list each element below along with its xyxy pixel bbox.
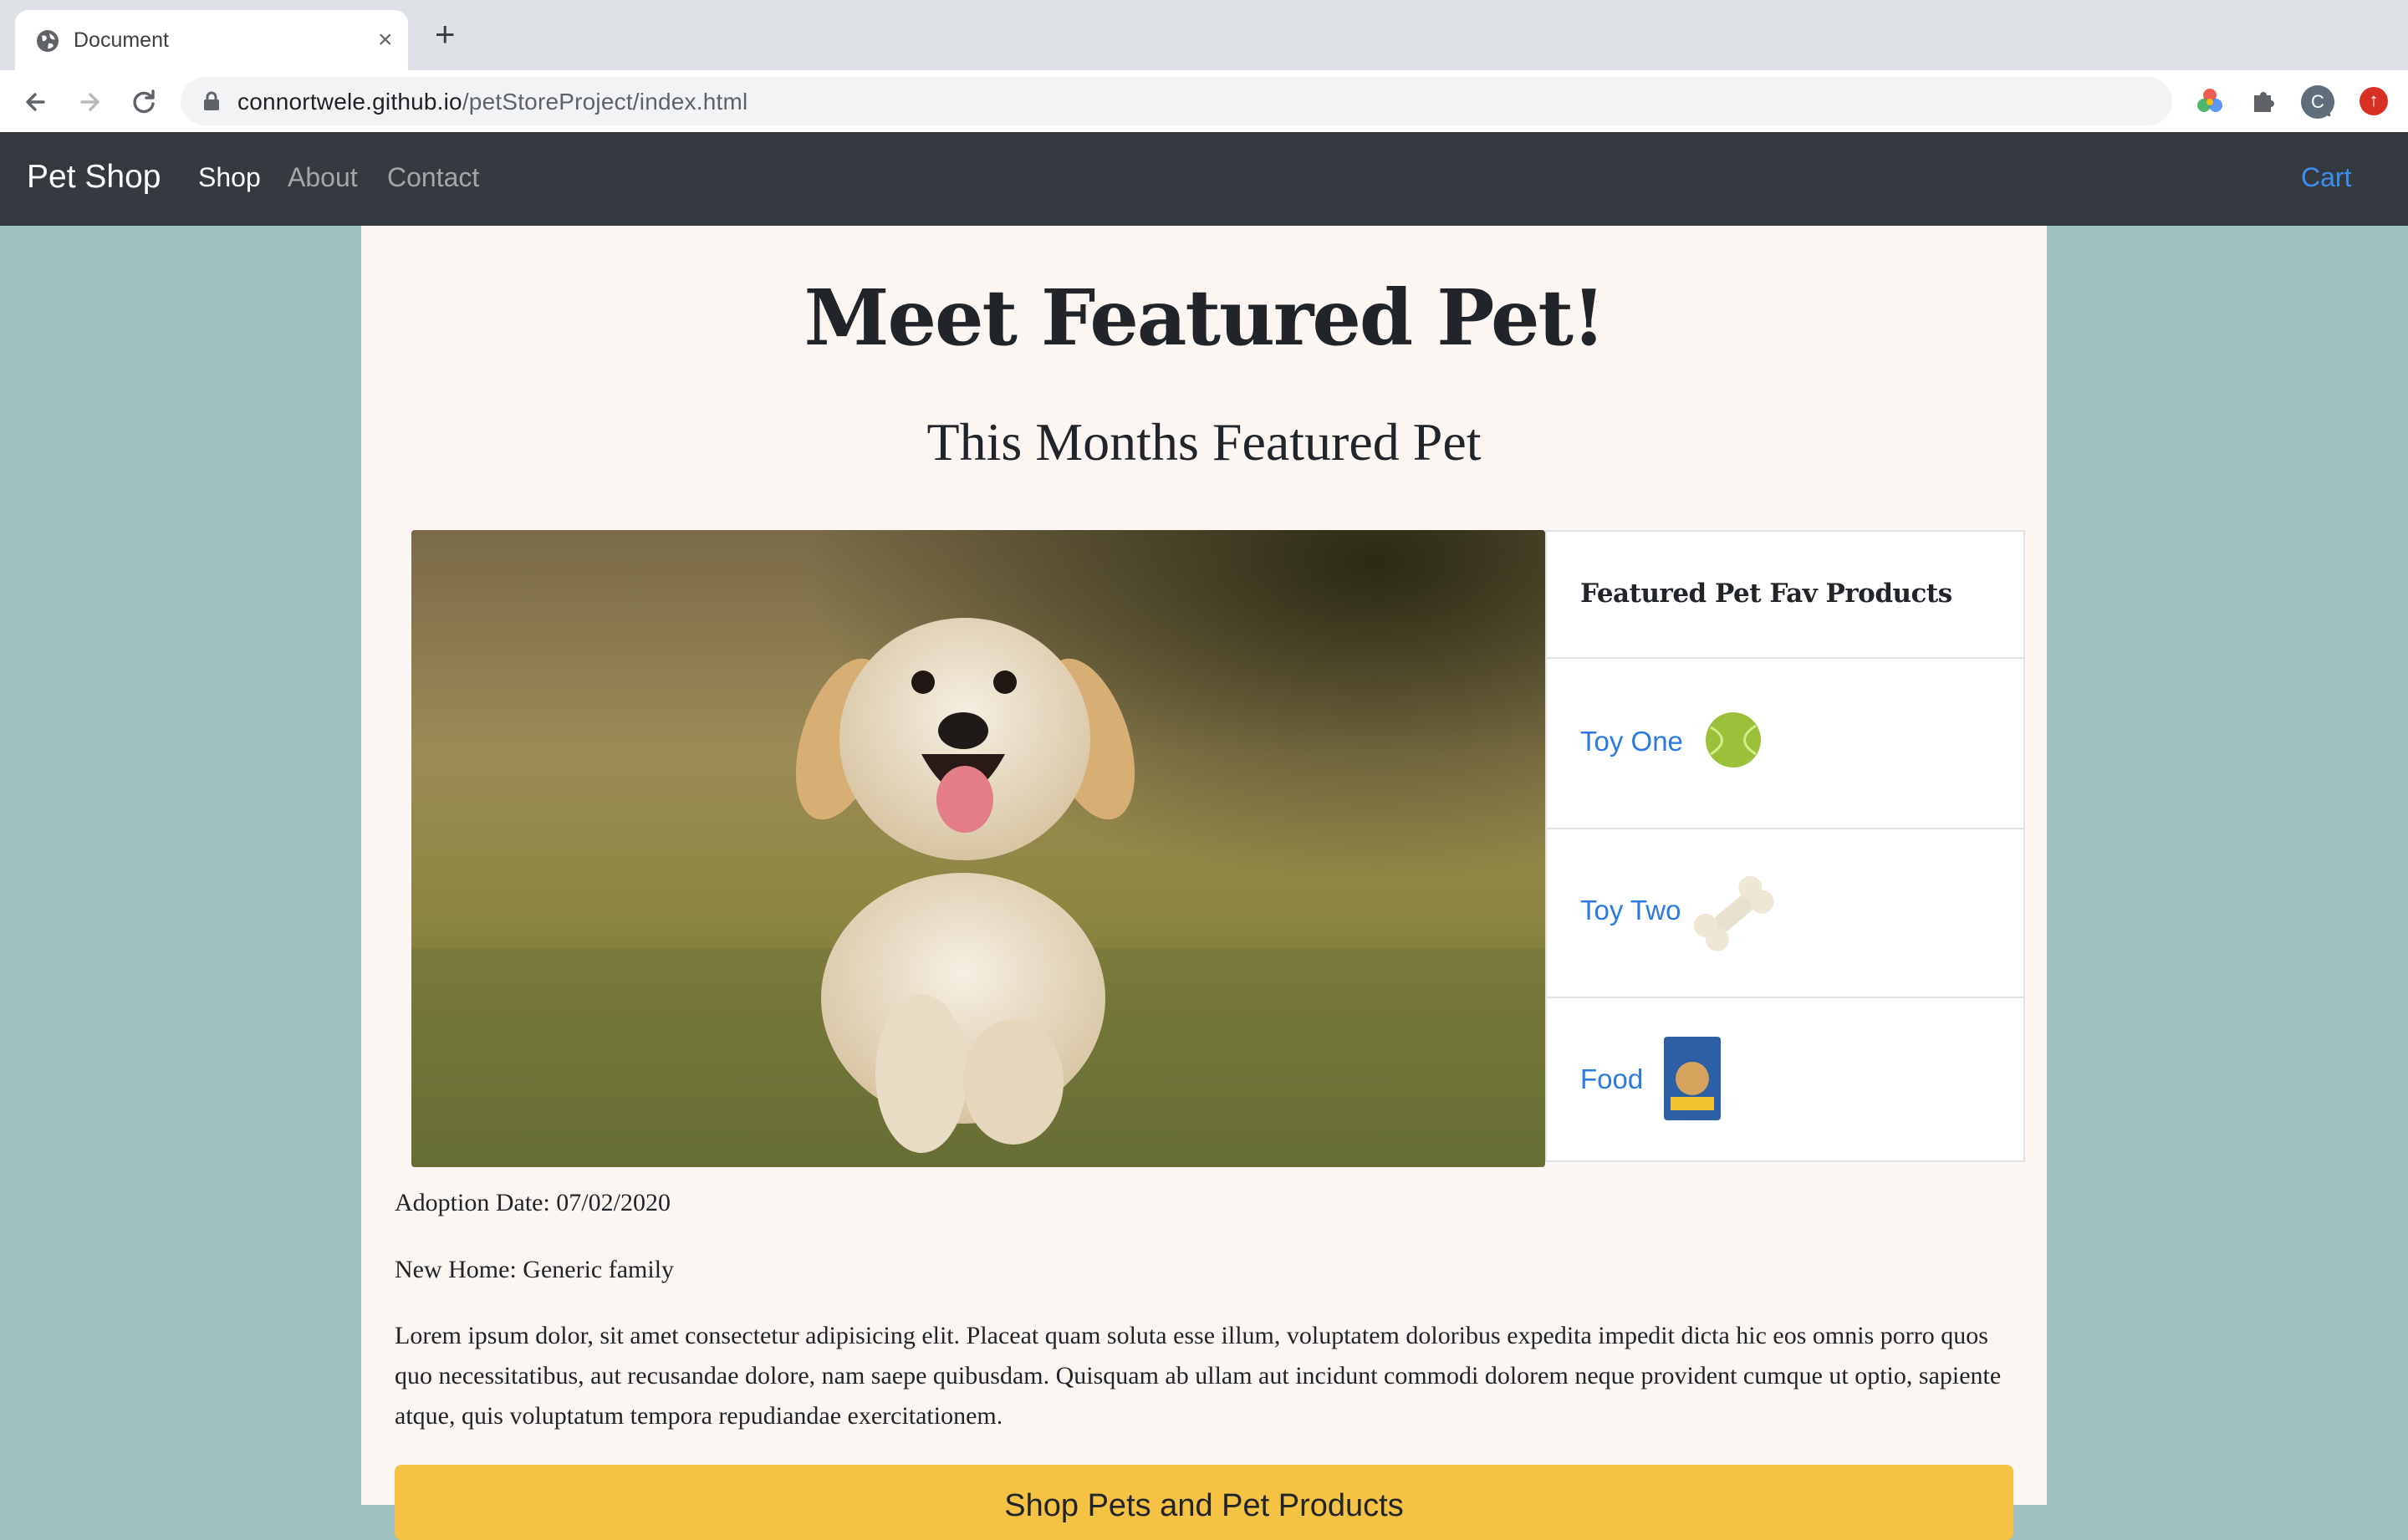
pet-description: Lorem ipsum dolor, sit amet consectetur … (395, 1322, 2002, 1430)
products-card-title: Featured Pet Fav Products (1580, 579, 1952, 609)
shop-pets-button[interactable]: Shop Pets and Pet Products (395, 1465, 2013, 1540)
url-text: connortwele.github.io/petStoreProject/in… (237, 89, 748, 115)
featured-products-card: Featured Pet Fav Products Toy One Toy Tw… (1545, 530, 2025, 1162)
main-content: Meet Featured Pet! This Months Featured … (361, 226, 2047, 1540)
adoption-date: Adoption Date: 07/02/2020 (395, 1189, 671, 1216)
page-title: Meet Featured Pet! (804, 273, 1606, 363)
profile-avatar[interactable]: C (2301, 85, 2334, 119)
shop-pets-button-label: Shop Pets and Pet Products (1004, 1488, 1404, 1523)
extensions-puzzle-icon[interactable] (2247, 85, 2279, 117)
tab-title: Document (74, 28, 169, 52)
new-home: New Home: Generic family (395, 1256, 675, 1283)
page-subtitle: This Months Featured Pet (926, 412, 1482, 472)
nav-link-shop[interactable]: Shop (198, 162, 261, 193)
back-icon[interactable] (18, 85, 52, 119)
toy-two-link[interactable]: Toy Two (1580, 895, 1681, 926)
reload-icon[interactable] (127, 85, 161, 119)
globe-icon (37, 30, 59, 52)
color-picker-extension-icon[interactable] (2194, 85, 2226, 117)
site-navbar: Pet Shop Shop About Contact Cart (0, 132, 2408, 226)
cart-link[interactable]: Cart (2301, 162, 2351, 193)
nav-link-contact[interactable]: Contact (387, 162, 479, 193)
product-item-food: Food (1547, 997, 2023, 1165)
nav-link-about[interactable]: About (288, 162, 358, 193)
bone-icon (1693, 875, 1774, 951)
browser-toolbar: connortwele.github.io/petStoreProject/in… (0, 70, 2408, 134)
tennis-ball-icon (1706, 712, 1761, 767)
lock-icon (204, 91, 219, 110)
toy-one-link[interactable]: Toy One (1580, 726, 1683, 757)
food-link[interactable]: Food (1580, 1063, 1643, 1095)
new-tab-button[interactable]: + (435, 17, 456, 52)
product-item-toy-one: Toy One (1547, 659, 2023, 829)
browser-tab[interactable]: Document × (15, 10, 408, 70)
update-icon[interactable]: ↑ (2360, 87, 2388, 115)
dog-food-bag-icon (1664, 1037, 1721, 1120)
product-item-toy-two: Toy Two (1547, 828, 2023, 998)
featured-puppy-photo (411, 530, 1545, 1167)
forward-icon[interactable] (74, 85, 107, 119)
brand-logo[interactable]: Pet Shop (27, 159, 161, 196)
address-bar[interactable]: connortwele.github.io/petStoreProject/in… (181, 77, 2335, 125)
products-card-header: Featured Pet Fav Products (1547, 532, 2023, 659)
browser-tabstrip: Document × + (0, 0, 2408, 70)
close-tab-icon[interactable]: × (378, 27, 393, 54)
